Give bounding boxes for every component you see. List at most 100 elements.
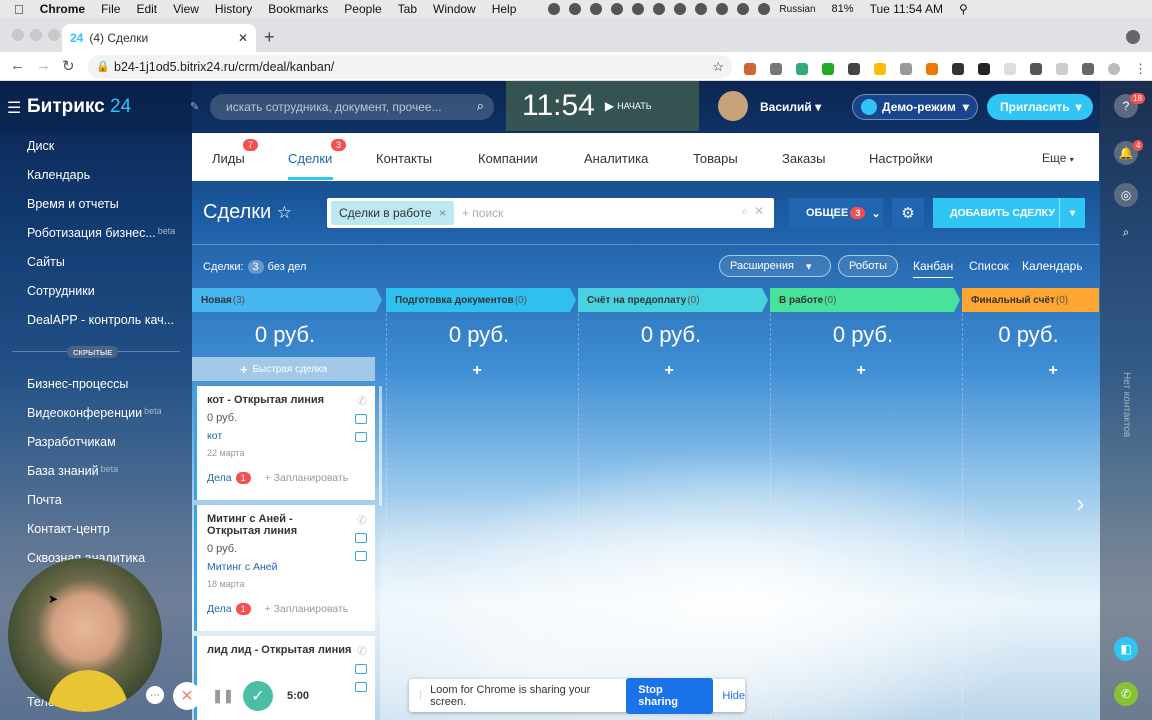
menu-file[interactable]: File bbox=[101, 2, 120, 16]
mail-icon[interactable] bbox=[355, 414, 367, 424]
deal-card[interactable]: кот - Открытая линия 0 руб. кот 22 марта… bbox=[194, 386, 375, 500]
ext-blank-icon[interactable] bbox=[1004, 63, 1016, 75]
status-icon[interactable] bbox=[590, 3, 603, 15]
tasks-link[interactable]: Дела bbox=[207, 603, 232, 615]
ext-arrows-icon[interactable] bbox=[900, 63, 912, 75]
menu-edit[interactable]: Edit bbox=[136, 2, 157, 16]
spotlight-icon[interactable]: ⚲ bbox=[959, 2, 968, 16]
bookmark-star-icon[interactable]: ☆ bbox=[712, 59, 724, 75]
system-clock[interactable]: Tue 11:54 AM bbox=[870, 2, 943, 16]
sidebar-item-time[interactable]: Время и отчеты bbox=[27, 197, 119, 211]
filter-search-box[interactable]: Сделки в работе × + поиск ⌕ ✕ bbox=[327, 198, 774, 228]
chrome-menu-icon[interactable]: ⋮ bbox=[1134, 61, 1147, 77]
close-tab-icon[interactable]: ✕ bbox=[238, 31, 248, 45]
quick-deal-button[interactable]: + Быстрая сделка bbox=[192, 357, 375, 381]
column-header[interactable]: Финальный счёт (0) bbox=[962, 288, 1099, 312]
open-lines-icon[interactable]: ◧ bbox=[1114, 637, 1138, 661]
mail-icon[interactable] bbox=[355, 664, 367, 674]
sidebar-item-disk[interactable]: Диск bbox=[27, 139, 54, 153]
tab-products[interactable]: Товары bbox=[693, 151, 738, 166]
viber-icon[interactable] bbox=[548, 3, 561, 15]
ext-drive-icon[interactable] bbox=[874, 63, 886, 75]
deal-title[interactable]: кот - Открытая линия bbox=[207, 394, 365, 406]
timemachine-icon[interactable] bbox=[695, 3, 708, 15]
search-icon[interactable]: ⌕ bbox=[741, 204, 748, 219]
column-header[interactable]: Счёт на предоплату (0) bbox=[578, 288, 768, 312]
tab-deals[interactable]: Сделки bbox=[288, 151, 332, 166]
ext-loom-icon[interactable] bbox=[1056, 63, 1068, 75]
profile-avatar[interactable] bbox=[1108, 63, 1120, 75]
view-calendar[interactable]: Календарь bbox=[1022, 259, 1083, 273]
ext-evernote-icon[interactable] bbox=[822, 63, 834, 75]
remove-filter-icon[interactable]: × bbox=[439, 206, 446, 220]
column-scrollbar[interactable] bbox=[379, 386, 382, 506]
schedule-link[interactable]: + Запланировать bbox=[265, 603, 349, 615]
minimize-window-button[interactable] bbox=[30, 29, 42, 41]
bitrix-logo[interactable]: Битрикс 24 bbox=[27, 96, 131, 118]
deals-count[interactable]: 3 bbox=[247, 260, 264, 274]
skype-icon[interactable] bbox=[569, 3, 582, 15]
sidebar-item-employees[interactable]: Сотрудники bbox=[27, 284, 95, 298]
zoom-window-button[interactable] bbox=[48, 29, 60, 41]
mail-icon[interactable] bbox=[355, 533, 367, 543]
chevron-down-icon[interactable]: ▾ bbox=[1059, 198, 1085, 228]
ext-book-icon[interactable] bbox=[952, 63, 964, 75]
user-menu[interactable]: Василий ▾ bbox=[760, 100, 821, 114]
address-bar[interactable]: 🔒 b24-1j1od5.bitrix24.ru/crm/deal/kanban… bbox=[88, 55, 732, 79]
volume-icon[interactable] bbox=[758, 3, 771, 15]
battery-status[interactable]: 81% bbox=[832, 3, 854, 15]
column-header[interactable]: Подготовка документов (0) bbox=[386, 288, 576, 312]
robots-button[interactable]: Роботы bbox=[838, 255, 898, 277]
general-category-button[interactable]: ОБЩЕЕ 3 ⌄ bbox=[789, 198, 883, 228]
tab-leads[interactable]: Лиды bbox=[212, 151, 245, 166]
sidebar-item-dealapp[interactable]: DealAPP - контроль кач... bbox=[27, 313, 174, 327]
menu-people[interactable]: People bbox=[344, 2, 381, 16]
info-icon[interactable] bbox=[653, 3, 666, 15]
ext-pencil-icon[interactable] bbox=[926, 63, 938, 75]
tab-search-icon[interactable] bbox=[1126, 30, 1140, 44]
sidebar-item-developers[interactable]: Разработчикам bbox=[27, 435, 116, 449]
deal-contact-link[interactable]: кот bbox=[207, 430, 365, 442]
menu-burger-icon[interactable]: ☰ bbox=[7, 98, 21, 118]
tab-analytics[interactable]: Аналитика bbox=[584, 151, 648, 166]
phone-icon[interactable]: ✆ bbox=[357, 394, 367, 408]
favorite-star-icon[interactable]: ☆ bbox=[277, 203, 292, 222]
reload-icon[interactable]: ↻ bbox=[62, 57, 75, 75]
chevron-right-icon[interactable]: › bbox=[1076, 488, 1085, 519]
menu-view[interactable]: View bbox=[173, 2, 199, 16]
chat-history-icon[interactable]: ◎ bbox=[1114, 183, 1138, 207]
deal-contact-link[interactable]: Митинг с Аней bbox=[207, 561, 365, 573]
ext-fx-icon[interactable] bbox=[848, 63, 860, 75]
hidden-section-toggle[interactable]: СКРЫТЫЕ bbox=[67, 346, 119, 358]
tab-orders[interactable]: Заказы bbox=[782, 151, 825, 166]
deal-card[interactable]: Митинг с Аней - Открытая линия 0 руб. Ми… bbox=[194, 505, 375, 631]
sidebar-item-calendar[interactable]: Календарь bbox=[27, 168, 90, 182]
new-tab-button[interactable]: + bbox=[264, 27, 275, 48]
add-deal-plus-icon[interactable]: + bbox=[382, 362, 572, 380]
ext-screen-icon[interactable] bbox=[978, 63, 990, 75]
search-icon[interactable]: ⌕ bbox=[477, 98, 484, 114]
sidebar-item-automation[interactable]: Роботизация бизнес... beta bbox=[27, 226, 175, 240]
tab-more[interactable]: Еще ▾ bbox=[1042, 151, 1074, 165]
ext-color-icon[interactable] bbox=[744, 63, 756, 75]
sidebar-item-bizproc[interactable]: Бизнес-процессы bbox=[27, 377, 128, 391]
app-icon[interactable] bbox=[611, 3, 624, 15]
tasks-link[interactable]: Дела bbox=[207, 472, 232, 484]
column-header[interactable]: Новая (3) bbox=[192, 288, 382, 312]
menu-bookmarks[interactable]: Bookmarks bbox=[268, 2, 328, 16]
loom-more-button[interactable]: ⋯ bbox=[146, 686, 164, 704]
deal-title[interactable]: лид лид - Открытая линия bbox=[207, 644, 365, 656]
sidebar-item-video[interactable]: Видеоконференции beta bbox=[27, 406, 162, 420]
tab-settings[interactable]: Настройки bbox=[869, 151, 933, 166]
forward-icon[interactable]: → bbox=[36, 57, 51, 74]
webcam-bubble[interactable] bbox=[8, 558, 162, 712]
schedule-link[interactable]: + Запланировать bbox=[265, 472, 349, 484]
demo-mode-button[interactable]: Демо-режим ▾ bbox=[852, 94, 978, 120]
extensions-button[interactable]: Расширения ▾ bbox=[719, 255, 831, 277]
workday-clock[interactable]: 11:54 ▶ НАЧАТЬ bbox=[506, 81, 699, 131]
hide-button[interactable]: Hide bbox=[722, 690, 745, 702]
ext-picker-icon[interactable] bbox=[796, 63, 808, 75]
cloud-icon[interactable] bbox=[632, 3, 645, 15]
chat-icon[interactable] bbox=[355, 682, 367, 692]
user-avatar[interactable] bbox=[718, 91, 748, 121]
